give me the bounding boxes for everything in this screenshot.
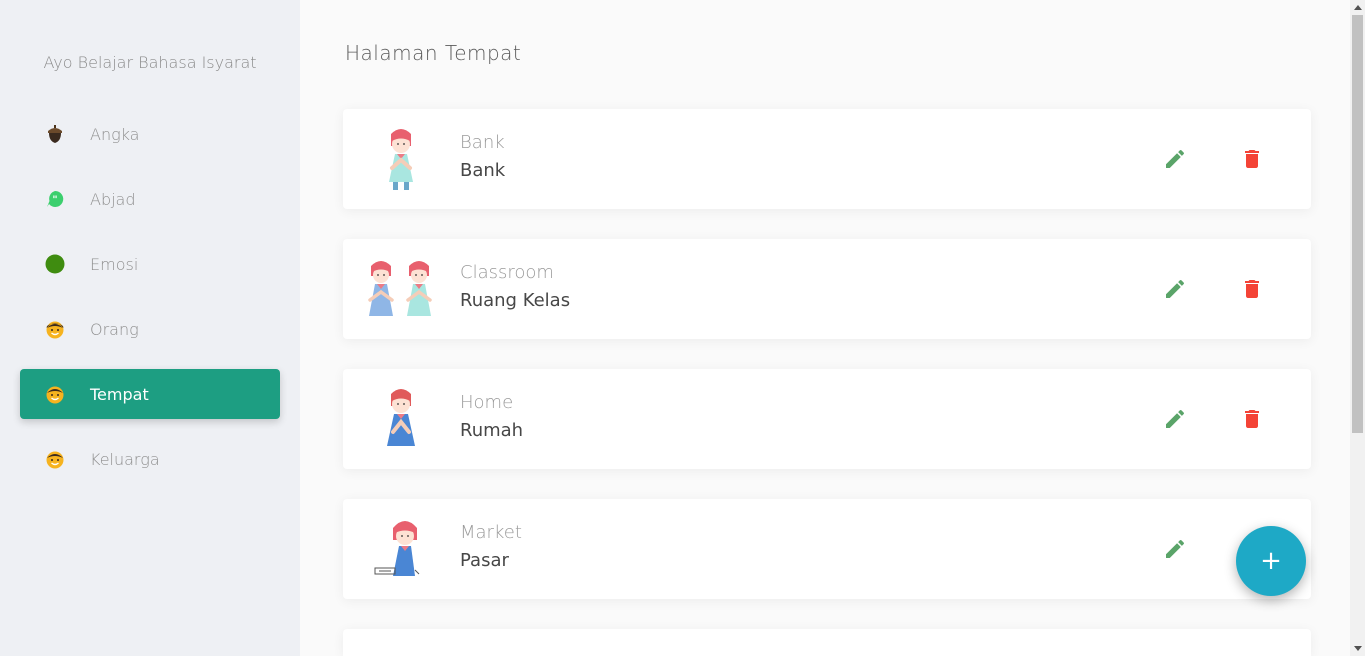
pencil-icon xyxy=(1166,279,1185,298)
indonesian-word: Ruang Kelas xyxy=(460,290,571,311)
sidebar-item-label: Emosi xyxy=(90,254,139,274)
edit-button[interactable] xyxy=(1163,147,1187,171)
sidebar-item-tempat[interactable]: Tempat xyxy=(20,369,280,419)
delete-button[interactable] xyxy=(1240,147,1264,171)
sidebar-nav: Angka " Abjad Emosi Orang Tempat Keluarg… xyxy=(20,109,280,499)
place-card: Classroom Ruang Kelas xyxy=(343,239,1311,339)
sidebar-item-orang[interactable]: Orang xyxy=(20,304,280,354)
person-face-icon xyxy=(45,319,65,339)
sidebar-item-label: Angka xyxy=(90,124,140,144)
pencil-icon xyxy=(1166,539,1185,558)
english-word: Bank xyxy=(460,132,505,153)
trash-icon xyxy=(1245,280,1259,298)
sidebar-item-label: Tempat xyxy=(90,384,149,404)
english-word: Home xyxy=(460,392,514,413)
quote-bubble-icon: " xyxy=(45,189,65,209)
sidebar-item-label: Abjad xyxy=(90,189,136,209)
sidebar: Ayo Belajar Bahasa Isyarat Angka " Abjad… xyxy=(0,0,300,656)
place-card: Market Pasar xyxy=(343,499,1311,599)
sidebar-item-keluarga[interactable]: Keluarga xyxy=(20,434,280,484)
sidebar-item-label: Keluarga xyxy=(90,449,160,469)
delete-button[interactable] xyxy=(1240,277,1264,301)
place-card xyxy=(343,629,1311,656)
sign-bank-illustration xyxy=(365,124,437,194)
trash-icon xyxy=(1245,150,1259,168)
svg-text:": " xyxy=(52,195,57,206)
indonesian-word: Rumah xyxy=(460,420,524,441)
delete-button[interactable] xyxy=(1240,407,1264,431)
sidebar-item-emosi[interactable]: Emosi xyxy=(20,239,280,289)
pencil-icon xyxy=(1166,149,1185,168)
english-word: Market xyxy=(460,522,522,543)
main-content: Halaman Tempat Bank Bank Classroom Ruang… xyxy=(300,0,1350,656)
edit-button[interactable] xyxy=(1163,407,1187,431)
indonesian-word: Pasar xyxy=(460,550,509,571)
edit-button[interactable] xyxy=(1163,537,1187,561)
page-title: Halaman Tempat xyxy=(345,41,522,65)
sidebar-item-angka[interactable]: Angka xyxy=(20,109,280,159)
scrollbar-thumb[interactable] xyxy=(1352,15,1363,433)
app-brand: Ayo Belajar Bahasa Isyarat xyxy=(43,53,257,72)
sidebar-item-abjad[interactable]: " Abjad xyxy=(20,174,280,224)
person-face-icon xyxy=(45,384,65,404)
sign-market-illustration xyxy=(365,514,437,584)
acorn-icon xyxy=(45,124,65,144)
scrollbar[interactable] xyxy=(1350,0,1365,656)
green-circle-icon xyxy=(45,254,65,274)
indonesian-word: Bank xyxy=(460,160,506,181)
sign-illustration-partial xyxy=(385,649,415,656)
pencil-icon xyxy=(1166,409,1185,428)
trash-icon xyxy=(1245,410,1259,428)
place-card: Home Rumah xyxy=(343,369,1311,469)
english-word: Classroom xyxy=(460,262,554,283)
edit-button[interactable] xyxy=(1163,277,1187,301)
sidebar-item-label: Orang xyxy=(90,319,139,339)
sign-classroom-illustration xyxy=(365,254,437,324)
add-button[interactable]: + xyxy=(1236,526,1306,596)
person-face-icon xyxy=(45,449,65,469)
scroll-up-arrow-icon[interactable] xyxy=(1350,0,1365,15)
scroll-down-arrow-icon[interactable] xyxy=(1350,641,1365,656)
place-card: Bank Bank xyxy=(343,109,1311,209)
sign-home-illustration xyxy=(365,384,437,454)
